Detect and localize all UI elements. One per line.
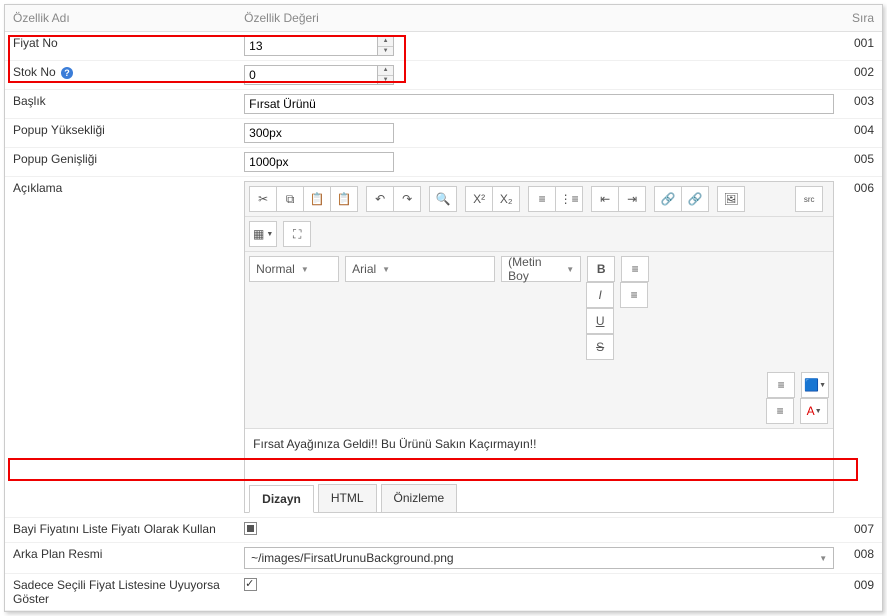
sadece-secili-checkbox[interactable]: [244, 578, 257, 591]
fullscreen-icon[interactable]: ⛶: [283, 221, 311, 247]
superscript-icon[interactable]: X²: [465, 186, 493, 212]
editor-mode-tabs: Dizayn HTML Önizleme: [245, 479, 833, 512]
tab-html[interactable]: HTML: [318, 484, 377, 512]
outdent-icon[interactable]: ⇤: [591, 186, 619, 212]
order-001: 001: [842, 32, 882, 61]
popup-width-input[interactable]: [244, 152, 394, 172]
arka-plan-combo[interactable]: ~/images/FirsatUrunuBackground.png ▼: [244, 547, 834, 569]
redo-icon[interactable]: ↷: [393, 186, 421, 212]
row-bayi-fiyat: Bayi Fiyatını Liste Fiyatı Olarak Kullan…: [5, 518, 882, 543]
unlink-icon[interactable]: 🔗: [681, 186, 709, 212]
row-sadece-secili: Sadece Seçili Fiyat Listesine Uyuyorsa G…: [5, 574, 882, 611]
properties-table: Özellik Adı Özellik Değeri Sıra Fiyat No…: [5, 5, 882, 611]
align-justify-icon[interactable]: ≡: [766, 398, 794, 424]
order-009: 009: [842, 574, 882, 611]
source-icon[interactable]: src: [795, 186, 823, 212]
step-up-icon[interactable]: ▲: [378, 66, 393, 76]
label-sadece-secili: Sadece Seçili Fiyat Listesine Uyuyorsa G…: [5, 574, 236, 611]
label-popup-height: Popup Yüksekliği: [5, 119, 236, 148]
underline-icon[interactable]: U: [586, 308, 614, 334]
chevron-down-icon: ▼: [819, 554, 827, 563]
stok-no-input[interactable]: [245, 66, 377, 84]
row-baslik: Başlık 003: [5, 90, 882, 119]
step-down-icon[interactable]: ▼: [378, 47, 393, 56]
help-icon[interactable]: ?: [61, 67, 73, 79]
step-down-icon[interactable]: ▼: [378, 76, 393, 85]
undo-icon[interactable]: ↶: [366, 186, 394, 212]
row-stok-no: Stok No ? ▲▼ 002: [5, 61, 882, 90]
fore-color-icon[interactable]: A▼: [800, 398, 828, 424]
editor-toolbar-3: Normal▼ Arial▼ (Metin Boy▼ B I U S ≡ ≡: [245, 252, 833, 429]
ordered-list-icon[interactable]: ≡: [528, 186, 556, 212]
row-popup-height: Popup Yüksekliği 004: [5, 119, 882, 148]
label-aciklama: Açıklama: [5, 177, 236, 518]
order-008: 008: [842, 543, 882, 574]
header-value: Özellik Değeri: [236, 5, 842, 32]
subscript-icon[interactable]: X₂: [492, 186, 520, 212]
baslik-input[interactable]: [244, 94, 834, 114]
size-dropdown[interactable]: (Metin Boy▼: [501, 256, 581, 282]
strike-icon[interactable]: S: [586, 334, 614, 360]
popup-height-input[interactable]: [244, 123, 394, 143]
label-fiyat-no: Fiyat No: [5, 32, 236, 61]
format-dropdown[interactable]: Normal▼: [249, 256, 339, 282]
label-arka-plan: Arka Plan Resmi: [5, 543, 236, 574]
header-name: Özellik Adı: [5, 5, 236, 32]
fiyat-no-input[interactable]: [245, 37, 377, 55]
copy-icon[interactable]: ⧉: [276, 186, 304, 212]
align-right-icon[interactable]: ≡: [767, 372, 795, 398]
row-fiyat-no: Fiyat No ▲▼ 001: [5, 32, 882, 61]
fiyat-no-stepper[interactable]: ▲▼: [244, 36, 394, 56]
label-stok-no: Stok No ?: [5, 61, 236, 90]
back-color-icon[interactable]: 🟦▼: [801, 372, 829, 398]
header-order: Sıra: [842, 5, 882, 32]
align-left-icon[interactable]: ≡: [621, 256, 649, 282]
editor-toolbar-1: ✂ ⧉ 📋 📋 ↶ ↷ 🔍 X²: [245, 182, 833, 217]
unordered-list-icon[interactable]: ⋮≡: [555, 186, 583, 212]
paste-special-icon[interactable]: 📋: [330, 186, 358, 212]
cut-icon[interactable]: ✂: [249, 186, 277, 212]
step-up-icon[interactable]: ▲: [378, 37, 393, 47]
order-004: 004: [842, 119, 882, 148]
rich-text-editor: ✂ ⧉ 📋 📋 ↶ ↷ 🔍 X²: [244, 181, 834, 513]
align-center-icon[interactable]: ≡: [620, 282, 648, 308]
table-icon[interactable]: ▦ ▼: [249, 221, 277, 247]
indent-icon[interactable]: ⇥: [618, 186, 646, 212]
tab-preview[interactable]: Önizleme: [381, 484, 458, 512]
bayi-fiyat-checkbox[interactable]: [244, 522, 257, 535]
editor-content[interactable]: Fırsat Ayağınıza Geldi!! Bu Ürünü Sakın …: [245, 429, 833, 479]
row-aciklama: Açıklama ✂ ⧉ 📋 📋 ↶ ↷: [5, 177, 882, 518]
editor-toolbar-2: ▦ ▼ ⛶: [245, 217, 833, 252]
find-replace-icon[interactable]: 🔍: [429, 186, 457, 212]
font-dropdown[interactable]: Arial▼: [345, 256, 495, 282]
label-baslik: Başlık: [5, 90, 236, 119]
properties-panel: Özellik Adı Özellik Değeri Sıra Fiyat No…: [4, 4, 883, 612]
row-popup-width: Popup Genişliği 005: [5, 148, 882, 177]
tab-design[interactable]: Dizayn: [249, 485, 314, 513]
arka-plan-value: ~/images/FirsatUrunuBackground.png: [251, 551, 453, 565]
label-bayi-fiyat: Bayi Fiyatını Liste Fiyatı Olarak Kullan: [5, 518, 236, 543]
italic-icon[interactable]: I: [586, 282, 614, 308]
row-arka-plan: Arka Plan Resmi ~/images/FirsatUrunuBack…: [5, 543, 882, 574]
order-002: 002: [842, 61, 882, 90]
label-popup-width: Popup Genişliği: [5, 148, 236, 177]
paste-icon[interactable]: 📋: [303, 186, 331, 212]
order-003: 003: [842, 90, 882, 119]
order-006: 006: [842, 177, 882, 518]
link-icon[interactable]: 🔗: [654, 186, 682, 212]
bold-icon[interactable]: B: [587, 256, 615, 282]
order-005: 005: [842, 148, 882, 177]
stok-no-stepper[interactable]: ▲▼: [244, 65, 394, 85]
order-007: 007: [842, 518, 882, 543]
image-icon[interactable]: 🖼: [717, 186, 745, 212]
